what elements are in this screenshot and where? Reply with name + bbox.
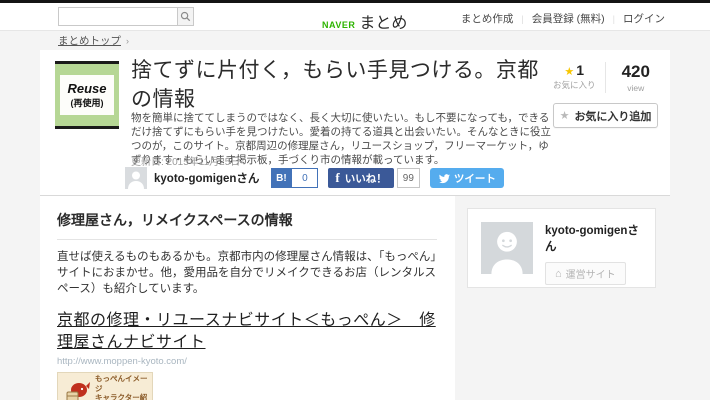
search-button[interactable] (177, 7, 194, 26)
external-link-title[interactable]: 京都の修理・リユースナビサイト＜もっぺん＞ 修理屋さんナビサイト (57, 310, 437, 354)
menu-login[interactable]: ログイン (623, 11, 665, 26)
matome-thumbnail-label: Reuse (再使用) (60, 75, 114, 115)
view-stat: 420 view (606, 62, 667, 93)
breadcrumb: まとめトップ › (0, 30, 710, 50)
favorite-add-label: お気に入り追加 (574, 110, 652, 123)
tweet-button[interactable]: ツイート (429, 168, 504, 188)
tweet-label: ツイート (453, 172, 496, 185)
top-menu: まとめ作成 | 会員登録 (無料) | ログイン (461, 11, 665, 26)
stats-row: ★ 1 お気に入り 420 view (544, 62, 666, 93)
matome-header-card: Reuse (再使用) 捨てずに片付く，もらい手見つける。京都の情報 物を簡単に… (40, 50, 670, 196)
favorite-stat: ★ 1 お気に入り (544, 62, 606, 93)
view-label: view (627, 83, 645, 93)
section-lead-text: 直せば使えるものもあるかも。京都市内の修理屋さん情報は、「もっぺん」サイトにおま… (57, 251, 437, 295)
naver-matome-logo[interactable]: NAVER まとめ (322, 9, 407, 33)
facebook-like-label: いいね！ (344, 172, 387, 185)
matome-logo-text: まとめ (359, 15, 408, 32)
operated-site-label: 運営サイト (565, 270, 616, 281)
page-title: 捨てずに片付く，もらい手見つける。京都の情報 (131, 59, 539, 111)
matome-thumbnail-image: Reuse (再使用) (55, 61, 119, 129)
profile-avatar[interactable] (481, 222, 533, 274)
external-link-url: http://www.moppen-kyoto.com/ (57, 356, 187, 367)
author-avatar[interactable] (125, 167, 147, 189)
favorite-label: お気に入り (552, 80, 596, 90)
naver-logo-text: NAVER (322, 20, 356, 30)
thumb-text-saishiyou: (再使用) (70, 98, 104, 108)
moppen-caption-line2: キャラクター紹介 (95, 393, 148, 400)
moppen-link-thumbnail[interactable]: もっぺんイメージ キャラクター紹介 (57, 372, 153, 400)
favorite-add-star-icon: ★ (559, 110, 570, 122)
search-bar (58, 7, 194, 26)
moppen-thumbnail-caption: もっぺんイメージ キャラクター紹介 (95, 374, 148, 400)
view-count: 420 (621, 62, 650, 81)
favorite-count: 1 (576, 62, 585, 78)
breadcrumb-chevron-icon: › (126, 35, 129, 46)
menu-separator: | (521, 13, 524, 24)
moppen-character-icon (66, 382, 90, 400)
home-icon: ⌂ (555, 267, 562, 280)
main-column: 修理屋さん，リメイクスペースの情報 直せば使えるものもあるかも。京都市内の修理屋… (40, 196, 455, 400)
social-row: kyoto-gomigenさん B! 0 f いいね！ 99 ツイート (125, 167, 504, 189)
breadcrumb-matome-top[interactable]: まとめトップ (58, 33, 121, 48)
stats-box: ★ 1 お気に入り 420 view ★ お気に入り追加 (544, 62, 666, 128)
updated-date: 更新日: 2015年11月25日 (131, 157, 241, 168)
hatena-bookmark-button[interactable]: B! 0 (271, 168, 319, 188)
favorite-star-icon: ★ (564, 66, 575, 78)
author-profile-card: kyoto-gomigenさん ⌂ 運営サイト (467, 208, 656, 288)
author-name-link[interactable]: kyoto-gomigenさん (154, 170, 259, 186)
search-icon (180, 11, 191, 22)
menu-create-matome[interactable]: まとめ作成 (461, 11, 514, 26)
hatena-count: 0 (291, 168, 319, 188)
facebook-icon: f (335, 170, 340, 185)
moppen-caption-line1: もっぺんイメージ (95, 374, 148, 393)
profile-author-name[interactable]: kyoto-gomigenさん (545, 222, 642, 254)
page-wrapper: Reuse (再使用) 捨てずに片付く，もらい手見つける。京都の情報 物を簡単に… (40, 50, 670, 400)
operated-site-button[interactable]: ⌂ 運営サイト (545, 262, 626, 285)
menu-register[interactable]: 会員登録 (無料) (532, 11, 605, 26)
facebook-like-button[interactable]: f いいね！ (328, 168, 394, 188)
sidebar: kyoto-gomigenさん ⌂ 運営サイト (455, 196, 670, 400)
global-header: NAVER まとめ まとめ作成 | 会員登録 (無料) | ログイン (0, 3, 710, 33)
facebook-like-count: 99 (396, 168, 420, 188)
twitter-bird-icon (438, 174, 450, 184)
add-favorite-button[interactable]: ★ お気に入り追加 (553, 103, 658, 128)
section-title: 修理屋さん，リメイクスペースの情報 (57, 210, 437, 240)
profile-info: kyoto-gomigenさん ⌂ 運営サイト (545, 222, 642, 285)
menu-separator: | (612, 13, 615, 24)
hatena-icon: B! (271, 168, 292, 188)
thumb-text-reuse: Reuse (67, 81, 107, 96)
search-input[interactable] (58, 7, 177, 26)
content-row: 修理屋さん，リメイクスペースの情報 直せば使えるものもあるかも。京都市内の修理屋… (40, 196, 670, 400)
